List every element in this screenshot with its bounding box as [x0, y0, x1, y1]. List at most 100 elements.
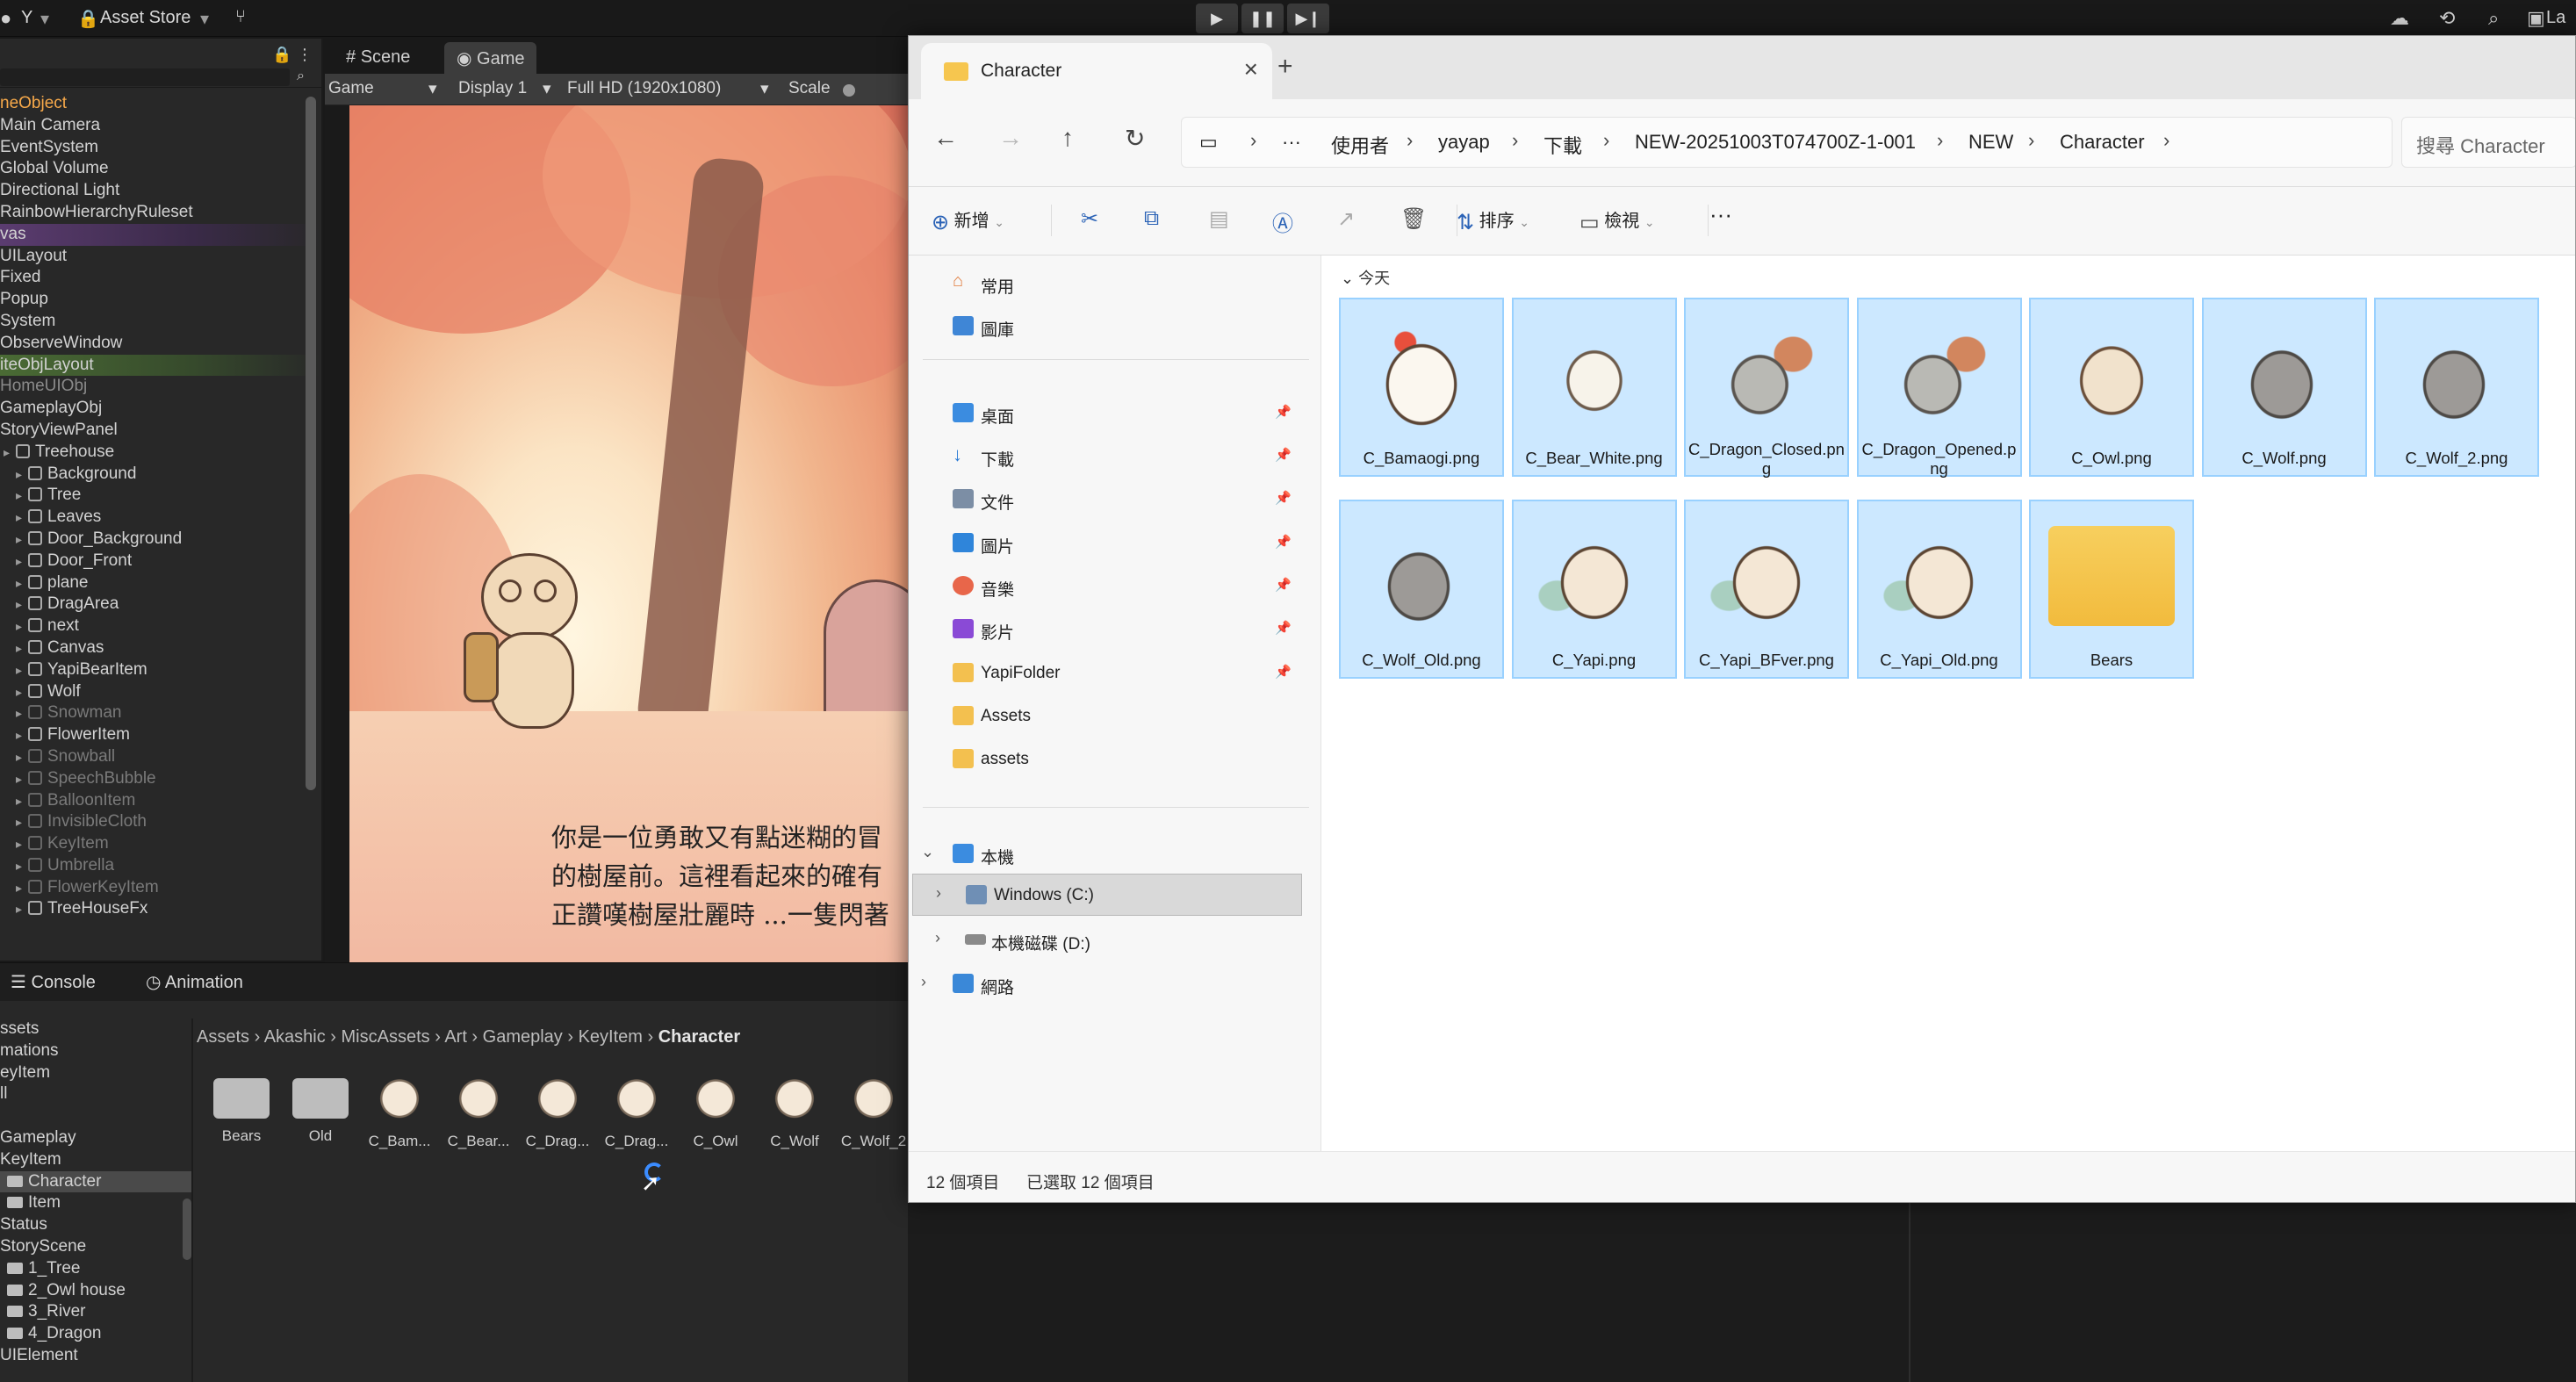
expand-arrow-icon[interactable]: ▸ [4, 442, 16, 464]
hierarchy-item[interactable]: ▸ FlowerItem [0, 724, 321, 746]
hierarchy-item[interactable]: neObject [0, 93, 321, 115]
hierarchy-item[interactable]: ▸ plane [0, 572, 321, 594]
expand-arrow-icon[interactable]: ▸ [16, 746, 28, 768]
expand-arrow-icon[interactable]: ▸ [16, 529, 28, 551]
nav-drive-d[interactable]: › 本機磁碟 (D:) [909, 919, 1321, 961]
expand-arrow-icon[interactable]: ▸ [16, 551, 28, 572]
hierarchy-item[interactable]: ▸ next [0, 615, 321, 637]
layout-icon[interactable]: ▣ [2527, 7, 2545, 30]
project-folder-item[interactable]: KeyItem [0, 1149, 191, 1171]
hierarchy-item[interactable]: ▸ SpeechBubble [0, 768, 321, 790]
hierarchy-item[interactable]: Popup [0, 289, 321, 311]
project-folder-item[interactable]: 2_Owl house [0, 1280, 191, 1302]
expand-arrow-icon[interactable]: ▸ [16, 485, 28, 507]
copy-button[interactable]: ⧉ [1144, 206, 1159, 231]
asset-sprite[interactable]: C_Wolf_2 [836, 1068, 911, 1150]
expand-arrow-icon[interactable]: ▸ [16, 681, 28, 703]
hierarchy-item[interactable]: ▸ Canvas [0, 637, 321, 659]
hierarchy-item[interactable]: ▸ Tree [0, 485, 321, 507]
version-control-icon[interactable]: ⑂ [235, 7, 246, 27]
hierarchy-item[interactable]: ▸ Wolf [0, 681, 321, 703]
hierarchy-item[interactable]: ▸ Treehouse [0, 442, 321, 464]
tab-game[interactable]: ◉ Game [444, 42, 537, 74]
more-path-icon[interactable]: ··· [1282, 131, 1301, 154]
hierarchy-item[interactable]: ▸ Snowman [0, 702, 321, 724]
cut-button[interactable]: ✂ [1081, 206, 1098, 232]
file-tile[interactable]: C_Owl.png [2029, 298, 2194, 477]
file-tile[interactable]: C_Wolf.png [2201, 298, 2367, 477]
breadcrumb-character[interactable]: Character [2060, 131, 2145, 154]
pin-icon[interactable]: 📌 [1275, 534, 1292, 550]
pin-icon[interactable]: 📌 [1275, 577, 1292, 593]
project-folder-item[interactable]: StoryScene [0, 1236, 191, 1258]
cloud-icon[interactable]: ☁ [2390, 7, 2409, 30]
rename-button[interactable]: Ⓐ [1272, 206, 1293, 237]
hierarchy-item[interactable]: ▸ Door_Front [0, 551, 321, 572]
delete-button[interactable]: 🗑 [1400, 206, 1427, 232]
sort-button[interactable]: ⇅ 排序 ⌄ [1457, 206, 1529, 235]
step-button[interactable]: ▶❙ [1287, 4, 1329, 33]
expand-arrow-icon[interactable]: ▸ [16, 877, 28, 899]
breadcrumb-user[interactable]: 使用者 [1331, 131, 1389, 159]
paste-button[interactable]: ▤ [1209, 206, 1229, 232]
breadcrumb-yayap[interactable]: yayap [1438, 131, 1490, 154]
resolution-dropdown[interactable]: Full HD (1920x1080) [567, 79, 721, 98]
nav-network[interactable]: › 網路 [909, 963, 1321, 1005]
hierarchy-item[interactable]: ▸ TreeHouseFx [0, 898, 321, 920]
project-folder-item[interactable]: Item [0, 1192, 191, 1214]
scale-slider[interactable] [843, 84, 855, 97]
project-folder-item[interactable]: ll [0, 1083, 191, 1105]
pin-icon[interactable]: 📌 [1275, 490, 1292, 506]
account-dropdown[interactable]: Y [21, 8, 32, 28]
expand-arrow-icon[interactable]: ▸ [16, 855, 28, 877]
hierarchy-item[interactable]: ▸ Door_Background [0, 529, 321, 551]
expand-arrow-icon[interactable]: ▸ [16, 833, 28, 855]
expand-arrow-icon[interactable]: ▸ [16, 898, 28, 920]
hierarchy-item[interactable]: EventSystem [0, 137, 321, 159]
layout-dropdown[interactable]: La [2546, 8, 2565, 28]
project-folder-item[interactable]: 1_Tree [0, 1258, 191, 1280]
hierarchy-item[interactable]: ▸ FlowerKeyItem [0, 877, 321, 899]
expand-arrow-icon[interactable]: ▸ [16, 615, 28, 637]
new-tab-icon[interactable]: + [1277, 52, 1293, 82]
file-tile[interactable]: C_Yapi_Old.png [1856, 500, 2022, 679]
hierarchy-item[interactable]: vas [0, 223, 321, 246]
share-button[interactable]: ↗ [1337, 206, 1355, 232]
asset-sprite[interactable]: C_Bear... [441, 1068, 516, 1150]
project-folder-item[interactable]: UIElement [0, 1345, 191, 1367]
breadcrumb-downloads[interactable]: 下載 [1543, 131, 1582, 159]
asset-folder[interactable]: Bears [204, 1068, 279, 1145]
hierarchy-item[interactable]: ▸ Umbrella [0, 855, 321, 877]
expand-arrow-icon[interactable]: ▸ [16, 790, 28, 812]
project-breadcrumb-item[interactable]: Art [444, 1027, 467, 1047]
expand-arrow-icon[interactable]: ▸ [16, 659, 28, 681]
pin-icon[interactable]: 📌 [1275, 620, 1292, 636]
pause-button[interactable]: ❚❚ [1241, 4, 1284, 33]
file-tile[interactable]: C_Bear_White.png [1511, 298, 1677, 477]
file-tile[interactable]: C_Dragon_Opened.png [1856, 298, 2022, 478]
forward-arrow-icon[interactable]: → [998, 124, 1023, 152]
close-tab-icon[interactable]: × [1244, 55, 1258, 83]
hierarchy-item[interactable]: ObserveWindow [0, 333, 321, 355]
nav-videos[interactable]: 影片 📌 [909, 608, 1321, 651]
hierarchy-item[interactable]: Main Camera [0, 115, 321, 137]
project-folder-item[interactable]: mations [0, 1040, 191, 1062]
project-breadcrumb-item[interactable]: KeyItem [579, 1027, 643, 1047]
refresh-icon[interactable]: ↻ [1125, 124, 1145, 153]
asset-folder[interactable]: Old [283, 1068, 358, 1145]
nav-yapifolder[interactable]: YapiFolder 📌 [909, 652, 1321, 695]
display-dropdown[interactable]: Display 1 [458, 79, 527, 98]
project-folder-item[interactable]: Gameplay [0, 1127, 191, 1149]
file-tile[interactable]: C_Dragon_Closed.png [1684, 298, 1849, 478]
hierarchy-item[interactable]: ▸ YapiBearItem [0, 659, 321, 681]
project-folder-item[interactable]: eyItem [0, 1062, 191, 1084]
expand-arrow-icon[interactable]: ▸ [16, 702, 28, 724]
hierarchy-item[interactable]: GameplayObj [0, 398, 321, 420]
file-tile[interactable]: C_Wolf_2.png [2374, 298, 2539, 477]
project-folder-item[interactable]: ssets [0, 1019, 191, 1040]
project-breadcrumb-item[interactable]: Assets [197, 1027, 249, 1047]
tab-animation[interactable]: ◷ Animation [146, 971, 243, 993]
hierarchy-item[interactable]: ▸ InvisibleCloth [0, 811, 321, 833]
tab-console[interactable]: ☰ Console [11, 971, 96, 993]
view-button[interactable]: ▭ 檢視 ⌄ [1579, 206, 1655, 235]
